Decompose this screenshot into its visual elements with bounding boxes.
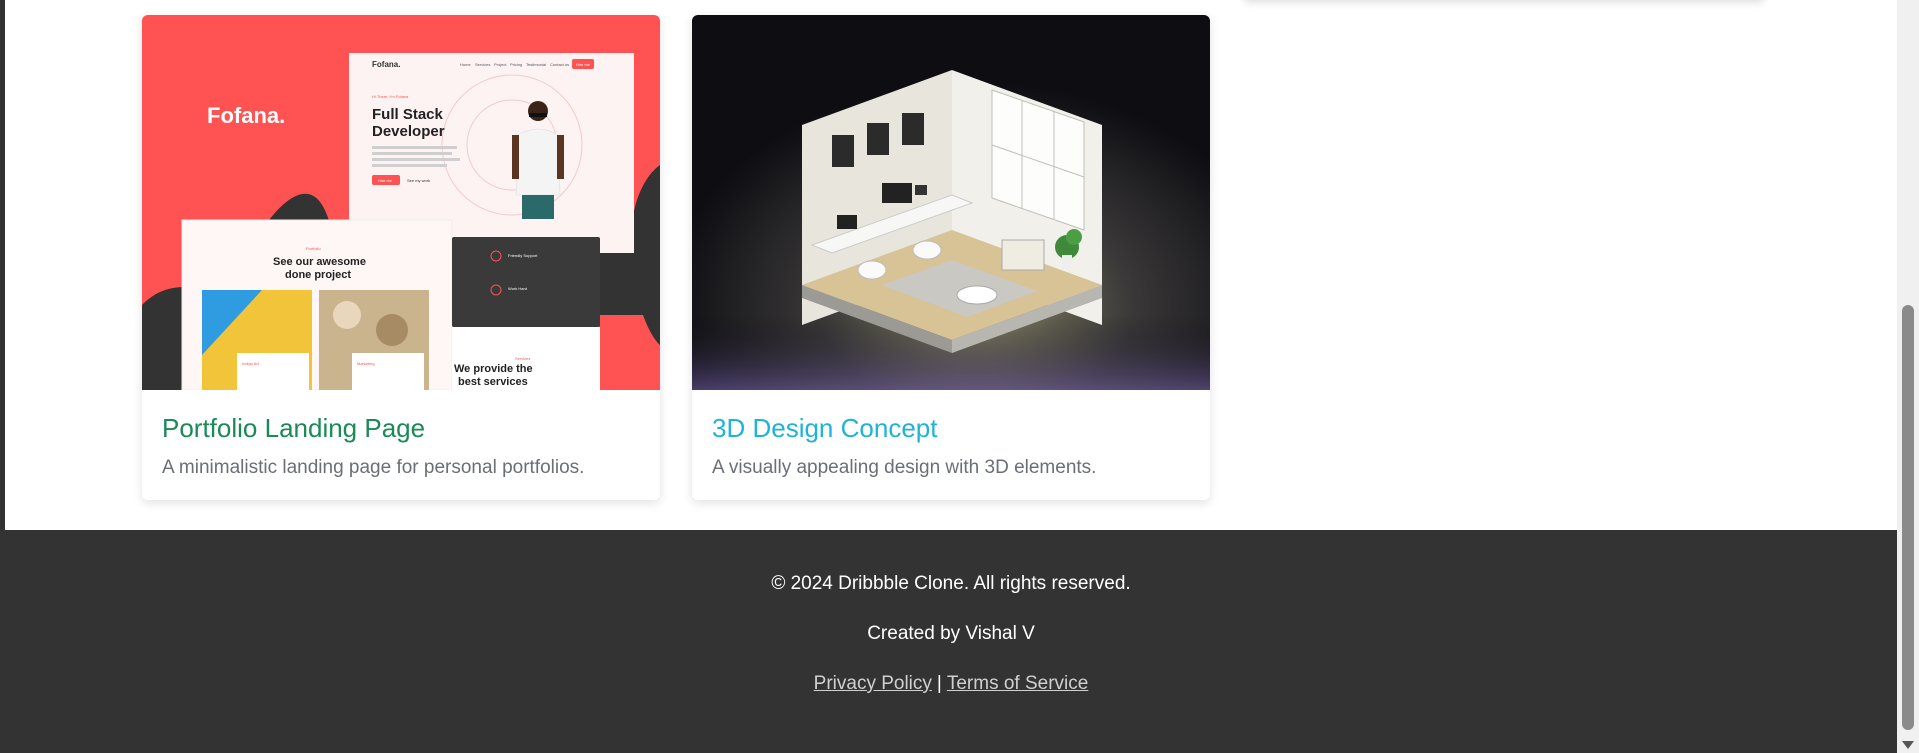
3d-room-thumbnail[interactable] (692, 15, 1210, 390)
projects-section: Fofana. Fofana. Home Services Project Pr… (5, 0, 1897, 530)
thumb-nav-contact: Contact us (550, 62, 569, 67)
thumb-portfolio-heading-1: See our awesome (273, 256, 366, 268)
card-description: A minimalistic landing page for personal… (162, 457, 585, 478)
thumb-nav-home: Home (460, 62, 471, 67)
thumb-services-heading-1: We provide the (454, 363, 533, 375)
footer-copyright: © 2024 Dribbble Clone. All rights reserv… (771, 573, 1131, 594)
thumb-tile-2: Marketing (357, 361, 375, 366)
portfolio-thumbnail[interactable]: Fofana. Fofana. Home Services Project Pr… (142, 15, 660, 390)
card-title[interactable]: Portfolio Landing Page (162, 412, 660, 444)
thumb-nav-project: Project (494, 62, 507, 67)
footer-links: Privacy Policy | Terms of Service (5, 672, 1897, 696)
card-description: A visually appealing design with 3D elem… (712, 457, 1097, 478)
thumb-nav-button: Hire me (576, 62, 591, 67)
card-title[interactable]: 3D Design Concept (712, 412, 1210, 444)
thumb-nav-services: Services (475, 62, 490, 67)
thumb-portfolio-heading-2: done project (285, 269, 351, 281)
thumb-nav-testimonial: Testimonial (526, 62, 546, 67)
terms-of-service-link[interactable]: Terms of Service (947, 673, 1088, 694)
vertical-scrollbar[interactable] (1897, 0, 1919, 753)
scroll-down-arrow-icon[interactable] (1902, 741, 1914, 749)
project-card-3d-design[interactable]: 3D Design Concept A visually appealing d… (692, 15, 1210, 500)
footer-credit: Created by Vishal V (867, 623, 1035, 644)
thumb-heading-1: Full Stack (372, 106, 444, 123)
site-footer: © 2024 Dribbble Clone. All rights reserv… (5, 530, 1897, 753)
project-card-portfolio[interactable]: Fofana. Fofana. Home Services Project Pr… (142, 15, 660, 500)
scrollbar-thumb[interactable] (1902, 305, 1914, 730)
thumb-brand: Fofana. (207, 103, 285, 128)
thumb-services-eyebrow: Services (515, 356, 530, 361)
thumb-hero-secondary: See my work (407, 178, 430, 183)
thumb-nav-brand: Fofana. (372, 60, 400, 69)
thumb-nav-pricing: Pricing (510, 62, 522, 67)
thumb-feature-1: Friendly Support (508, 253, 538, 258)
page-viewport: Fofana. Fofana. Home Services Project Pr… (0, 0, 1919, 753)
thumb-tile-1: Indigo Art (242, 361, 260, 366)
thumb-eyebrow: Hi There, I'm Fofana (372, 94, 409, 99)
thumb-heading-2: Developer (372, 123, 445, 140)
thumb-hero-primary: Hire me (378, 178, 393, 183)
thumb-feature-2: Work Hard (508, 286, 527, 291)
privacy-policy-link[interactable]: Privacy Policy (814, 673, 932, 694)
thumb-portfolio-eyebrow: Portfolio (306, 246, 321, 251)
footer-link-separator: | (936, 673, 942, 694)
thumb-services-heading-2: best services (458, 376, 528, 388)
